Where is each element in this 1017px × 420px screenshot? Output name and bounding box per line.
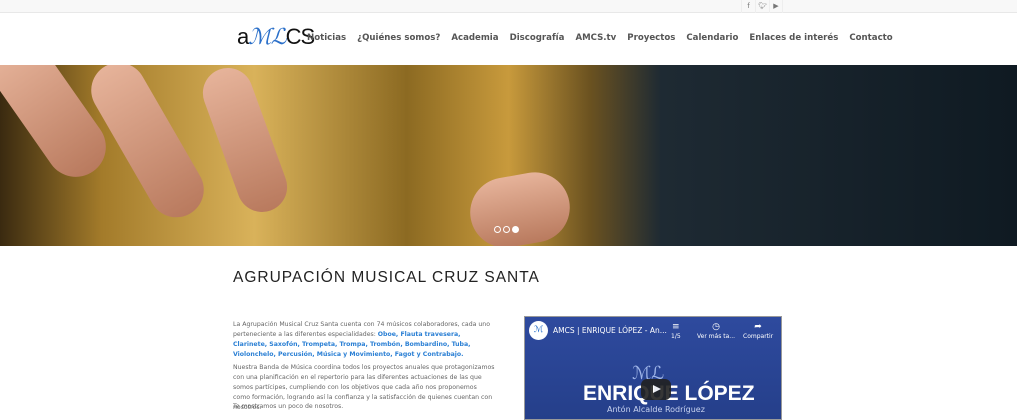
facebook-icon[interactable]: f <box>741 0 755 13</box>
page-title: AGRUPACIÓN MUSICAL CRUZ SANTA <box>233 269 540 286</box>
nav-contacto[interactable]: Contacto <box>849 33 892 43</box>
youtube-embed[interactable]: ℳ AMCS | ENRIQUE LÓPEZ - An... ≡ 1/5 ◷ Ver… <box>524 316 782 420</box>
video-title[interactable]: AMCS | ENRIQUE LÓPEZ - An... <box>553 326 667 335</box>
main-nav: Noticias ¿Quiénes somos? Academia Discog… <box>307 33 904 43</box>
twitter-icon[interactable]: 🐦︎ <box>755 0 769 13</box>
video-subtitle: Antón Alcalde Rodríguez <box>607 405 705 414</box>
playlist-icon: ≡ <box>672 322 680 332</box>
playlist-count: 1/5 <box>671 333 681 340</box>
clock-icon: ◷ <box>712 322 720 332</box>
intro-paragraph: La Agrupación Musical Cruz Santa cuenta … <box>233 320 495 360</box>
logo-text: a <box>237 24 249 49</box>
youtube-icon[interactable]: ▶ <box>769 0 783 13</box>
slider-dot-1[interactable] <box>494 226 501 233</box>
nav-proyectos[interactable]: Proyectos <box>627 33 675 43</box>
hero-image-thumb <box>464 166 576 246</box>
logo[interactable]: aℳℒCS <box>237 24 315 50</box>
nav-academia[interactable]: Academia <box>451 33 498 43</box>
share-icon: ➦ <box>754 322 762 332</box>
watch-later-button[interactable]: ◷ Ver más ta... <box>697 322 735 340</box>
nav-discografia[interactable]: Discografía <box>510 33 565 43</box>
watch-later-label: Ver más ta... <box>697 333 736 340</box>
nav-noticias[interactable]: Noticias <box>307 33 346 43</box>
channel-avatar[interactable]: ℳ <box>529 321 548 340</box>
closing-paragraph: Te mostramos un poco de nosotros. <box>233 403 344 410</box>
play-button[interactable] <box>641 379 671 400</box>
hero-slider[interactable] <box>0 65 1017 246</box>
logo-mark: ℳℒ <box>248 24 286 49</box>
slider-dots <box>494 226 519 233</box>
nav-quienes-somos[interactable]: ¿Quiénes somos? <box>357 33 440 43</box>
top-bar: f 🐦︎ ▶ <box>0 0 1017 13</box>
slider-dot-3[interactable] <box>512 226 519 233</box>
share-label: Compartir <box>743 333 774 340</box>
share-button[interactable]: ➦ Compartir <box>743 322 773 340</box>
playlist-button[interactable]: ≡ 1/5 <box>671 322 681 340</box>
nav-enlaces[interactable]: Enlaces de interés <box>749 33 838 43</box>
nav-calendario[interactable]: Calendario <box>686 33 738 43</box>
hero-image-finger <box>195 65 295 220</box>
nav-amcs-tv[interactable]: AMCS.tv <box>575 33 616 43</box>
slider-dot-2[interactable] <box>503 226 510 233</box>
